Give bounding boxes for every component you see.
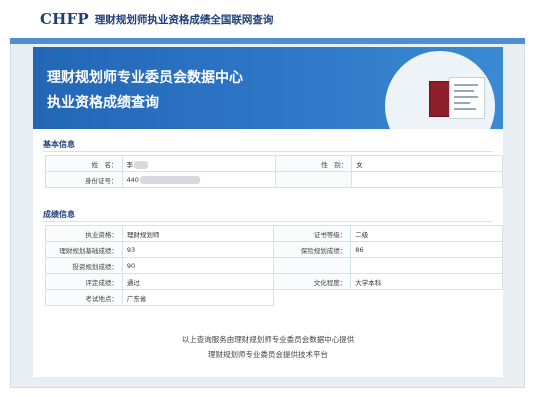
- table-row: 理财规划基础成绩： 93 保险规划成绩： 86: [45, 241, 503, 258]
- name-value: 李: [121, 155, 276, 172]
- redacted-blur: [139, 175, 200, 184]
- exam-location-value: 广东省: [121, 289, 275, 306]
- section-divider: [43, 151, 493, 152]
- frame-top-strip: [10, 38, 525, 44]
- section-title-scores: 成绩信息: [43, 210, 75, 219]
- empty-label: [274, 290, 351, 306]
- result-card: 理财规划师专业委员会数据中心 执业资格成绩查询 基本信息 姓 名： 李 性 别：…: [33, 47, 503, 377]
- chfp-logo: CHFP: [40, 10, 89, 28]
- investment-score-value: 90: [121, 257, 275, 274]
- table-row: 执业资格： 理财规划师 证书等级： 二级: [45, 225, 503, 242]
- footer-provider-text: 以上查询服务由理财规划师专业委员会数据中心提供: [181, 335, 355, 344]
- section-title-basic: 基本信息: [43, 140, 75, 149]
- table-row: 评定成绩： 通过 文化程度： 大学本科: [45, 273, 503, 290]
- site-header: CHFP 理财规划师执业资格成绩全国联网查询: [40, 7, 273, 31]
- id-number-value: 440: [121, 171, 276, 188]
- basics-score-value: 93: [121, 241, 275, 258]
- certificate-page-icon: [449, 77, 485, 119]
- header-banner: 理财规划师专业委员会数据中心 执业资格成绩查询: [33, 47, 503, 129]
- empty-label: [273, 257, 352, 274]
- table-row: 投资规划成绩： 90: [45, 257, 503, 274]
- banner-title: 理财规划师专业委员会数据中心: [47, 70, 243, 86]
- empty-value: [351, 290, 503, 306]
- qualification-label: 执业资格：: [45, 225, 123, 242]
- basic-info-table: 姓 名： 李 性 别： 女 身份证号： 440: [45, 155, 503, 188]
- assessment-value: 通过: [121, 273, 275, 290]
- empty-value: [350, 257, 503, 274]
- education-value: 大学本科: [350, 273, 503, 290]
- footer-platform-text: 理财规划师专业委员会提供技术平台: [208, 350, 328, 359]
- insurance-score-label: 保险规划成绩：: [273, 241, 352, 258]
- qualification-value: 理财规划师: [121, 225, 275, 242]
- gender-value: 女: [351, 155, 503, 172]
- insurance-score-value: 86: [350, 241, 503, 258]
- education-label: 文化程度：: [273, 273, 352, 290]
- id-number-label: 身份证号：: [45, 171, 123, 188]
- site-tagline: 理财规划师执业资格成绩全国联网查询: [94, 13, 274, 26]
- table-row: 姓 名： 李 性 别： 女: [45, 155, 503, 172]
- score-info-table: 执业资格： 理财规划师 证书等级： 二级 理财规划基础成绩： 93 保险规划成绩…: [45, 225, 503, 306]
- redacted-blur: [134, 160, 148, 169]
- investment-score-label: 投资规划成绩：: [45, 257, 123, 274]
- assessment-label: 评定成绩：: [45, 273, 123, 290]
- gender-label: 性 别：: [274, 155, 353, 172]
- certificate-level-value: 二级: [350, 225, 503, 242]
- empty-label: [274, 171, 353, 188]
- exam-location-label: 考试地点：: [45, 289, 123, 306]
- table-row: 身份证号： 440: [45, 171, 503, 188]
- name-label: 姓 名：: [45, 155, 123, 172]
- banner-subtitle: 执业资格成绩查询: [47, 95, 159, 111]
- table-row: 考试地点： 广东省: [45, 289, 503, 306]
- section-divider: [43, 221, 493, 222]
- certificate-level-label: 证书等级：: [273, 225, 352, 242]
- basics-score-label: 理财规划基础成绩：: [45, 241, 123, 258]
- empty-value: [351, 171, 503, 188]
